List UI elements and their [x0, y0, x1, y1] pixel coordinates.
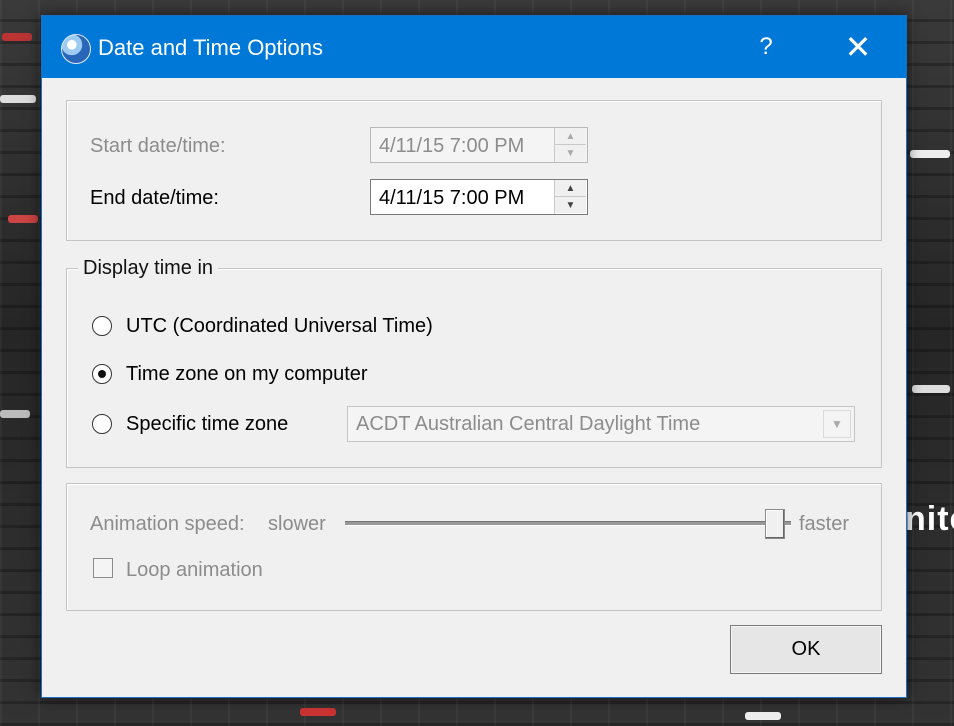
- spin-down-icon[interactable]: ▼: [555, 145, 586, 161]
- title-bar[interactable]: Date and Time Options ? ✕: [42, 16, 906, 78]
- local-timezone-radio-label[interactable]: Time zone on my computer: [126, 362, 368, 386]
- spin-down-icon[interactable]: ▼: [555, 197, 586, 213]
- car-decoration: [912, 385, 950, 393]
- animation-speed-slider-track[interactable]: [345, 521, 791, 526]
- animation-speed-label: Animation speed:: [90, 513, 245, 535]
- utc-radio-label[interactable]: UTC (Coordinated Universal Time): [126, 314, 433, 338]
- start-date-label: Start date/time:: [90, 135, 226, 157]
- start-date-value: 4/11/15 7:00 PM: [379, 135, 525, 157]
- date-range-group: [66, 100, 882, 241]
- help-button[interactable]: ?: [743, 16, 789, 78]
- end-date-spin-buttons: ▲ ▼: [554, 180, 587, 214]
- specific-timezone-radio-label[interactable]: Specific time zone: [126, 412, 288, 436]
- car-decoration: [0, 95, 36, 103]
- dialog-title: Date and Time Options: [98, 35, 324, 60]
- car-decoration: [745, 712, 781, 720]
- date-time-options-dialog: Date and Time Options ? ✕ Start date/tim…: [41, 15, 907, 698]
- close-button[interactable]: ✕: [835, 16, 881, 78]
- local-timezone-radio[interactable]: [92, 364, 112, 384]
- background-partial-text: nite: [905, 500, 954, 538]
- spin-up-icon[interactable]: ▲: [555, 128, 586, 145]
- end-date-spinner[interactable]: 4/11/15 7:00 PM ▲ ▼: [370, 179, 588, 215]
- car-decoration: [910, 150, 950, 158]
- loop-animation-checkbox[interactable]: [93, 558, 113, 578]
- animation-group: [66, 483, 882, 611]
- car-decoration: [8, 215, 38, 223]
- chevron-down-icon[interactable]: ▼: [823, 410, 851, 438]
- timezone-select[interactable]: ACDT Australian Central Daylight Time ▼: [347, 406, 855, 442]
- start-date-spinner[interactable]: 4/11/15 7:00 PM ▲ ▼: [370, 127, 588, 163]
- car-decoration: [0, 410, 30, 418]
- ok-button[interactable]: OK: [730, 625, 882, 674]
- car-decoration: [2, 33, 32, 41]
- loop-animation-label[interactable]: Loop animation: [126, 558, 263, 582]
- car-decoration: [300, 708, 336, 716]
- slower-label: slower: [268, 513, 326, 535]
- google-earth-icon: [61, 34, 91, 64]
- utc-radio[interactable]: [92, 316, 112, 336]
- display-time-legend: Display time in: [78, 257, 219, 280]
- animation-speed-slider-thumb[interactable]: [765, 509, 785, 539]
- end-date-label: End date/time:: [90, 187, 219, 209]
- faster-label: faster: [799, 513, 850, 535]
- end-date-value: 4/11/15 7:00 PM: [379, 187, 525, 209]
- start-date-spin-buttons: ▲ ▼: [554, 128, 587, 162]
- specific-timezone-radio[interactable]: [92, 414, 112, 434]
- timezone-select-value: ACDT Australian Central Daylight Time: [356, 413, 701, 435]
- spin-up-icon[interactable]: ▲: [555, 180, 586, 197]
